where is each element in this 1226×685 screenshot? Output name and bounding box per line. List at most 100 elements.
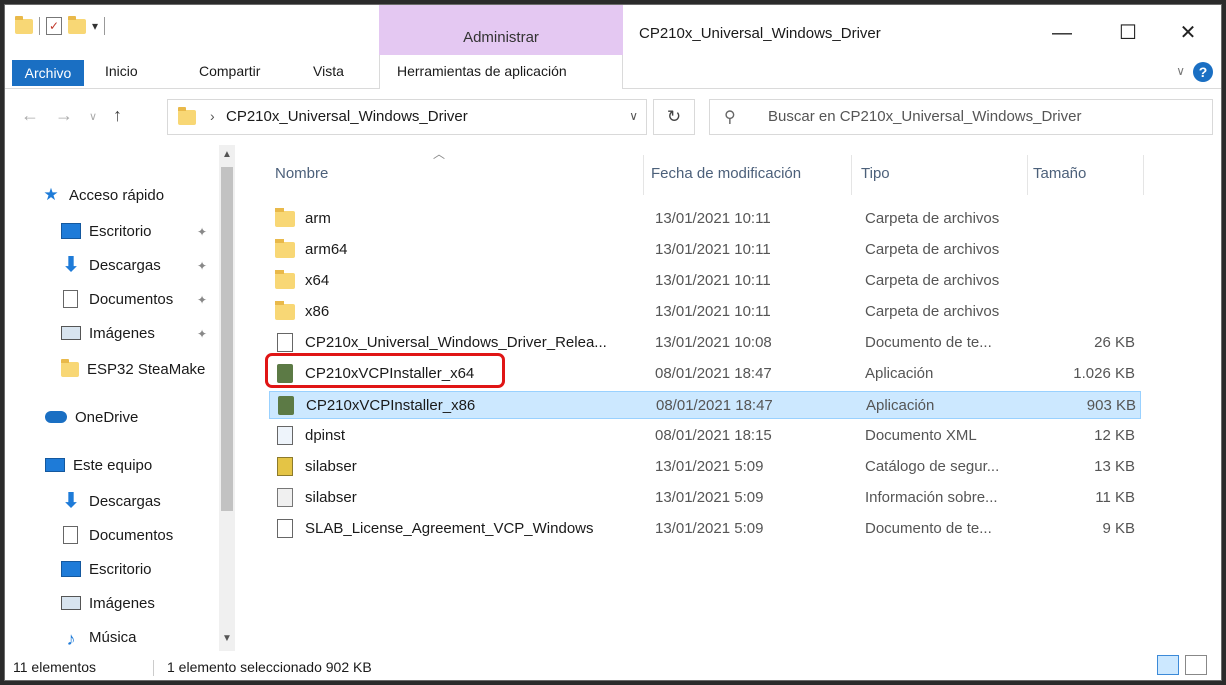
sidebar-item-label: Descargas <box>89 256 161 274</box>
window-title: CP210x_Universal_Windows_Driver <box>639 25 881 42</box>
sidebar-item-pictures[interactable]: Imágenes <box>61 319 155 347</box>
document-icon <box>63 526 78 544</box>
setup-info-icon <box>277 488 293 507</box>
large-icons-view-button[interactable] <box>1185 655 1207 675</box>
sidebar-item-desktop-pc[interactable]: Escritorio <box>61 555 152 583</box>
file-name: x86 <box>305 303 330 320</box>
sidebar-item-music[interactable]: ♪ Música <box>61 623 137 651</box>
table-row[interactable]: dpinst 08/01/2021 18:15 Documento XML 12 KB <box>269 422 1141 450</box>
column-divider[interactable] <box>1027 155 1028 195</box>
help-icon[interactable]: ? <box>1193 62 1213 82</box>
pin-icon[interactable]: ✦ <box>197 293 207 307</box>
tab-application-tools[interactable]: Herramientas de aplicación <box>397 63 567 79</box>
sidebar-item-downloads[interactable]: ⬇ Descargas <box>61 251 161 279</box>
sidebar-item-label: ESP32 SteaMake <box>87 360 206 378</box>
sidebar-item-downloads-pc[interactable]: ⬇ Descargas <box>61 487 161 515</box>
table-row[interactable]: x86 13/01/2021 10:11 Carpeta de archivos <box>269 298 1141 326</box>
file-size: 1.026 KB <box>1073 365 1135 382</box>
table-row[interactable]: SLAB_License_Agreement_VCP_Windows 13/01/… <box>269 515 1141 543</box>
explorer-window: ✓ ▾ Administrar CP210x_Universal_Windows… <box>4 4 1222 681</box>
sidebar-item-label: Imágenes <box>89 594 155 612</box>
chevron-down-icon[interactable]: ∨ <box>629 109 638 123</box>
scrollbar-thumb[interactable] <box>221 167 233 511</box>
sidebar-item-documents[interactable]: Documentos <box>61 285 173 313</box>
pin-icon[interactable]: ✦ <box>197 225 207 239</box>
file-name: silabser <box>305 489 357 506</box>
column-divider[interactable] <box>643 155 644 195</box>
ribbon-tabs: Archivo Inicio Compartir Vista Herramien… <box>5 55 1221 89</box>
download-icon: ⬇ <box>62 490 80 512</box>
cloud-icon <box>45 411 67 423</box>
close-button[interactable]: ✕ <box>1165 15 1211 51</box>
sidebar-item-label: Documentos <box>89 526 174 544</box>
properties-icon[interactable]: ✓ <box>46 17 62 35</box>
refresh-button[interactable]: ↻ <box>653 99 695 135</box>
chevron-right-icon[interactable]: › <box>210 108 215 124</box>
file-name: x64 <box>305 272 330 289</box>
back-arrow-icon[interactable]: ← <box>21 105 39 126</box>
file-type: Catálogo de segur... <box>865 458 1000 475</box>
search-box[interactable]: ⚲ Buscar en CP210x_Universal_Windows_Dri… <box>709 99 1213 135</box>
manage-label: Administrar <box>463 29 539 46</box>
column-divider[interactable] <box>1143 155 1144 195</box>
sidebar-scrollbar[interactable]: ▲ ▼ <box>219 145 235 651</box>
table-row[interactable]: CP210xVCPInstaller_x86 08/01/2021 18:47 Ap… <box>269 391 1141 419</box>
folder-icon <box>275 208 295 227</box>
folder-icon <box>275 270 295 289</box>
table-row[interactable]: arm 13/01/2021 10:11 Carpeta de archivos <box>269 205 1141 233</box>
tab-home[interactable]: Inicio <box>105 63 138 79</box>
sidebar-item-pictures-pc[interactable]: Imágenes <box>61 589 155 617</box>
table-row[interactable]: silabser 13/01/2021 5:09 Catálogo de segur… <box>269 453 1141 481</box>
file-list: ︿ Nombre Fecha de modificación Tipo Tama… <box>255 145 1221 651</box>
highlight-annotation <box>265 353 505 388</box>
sidebar-item-this-pc[interactable]: Este equipo <box>45 451 152 479</box>
file-date: 13/01/2021 5:09 <box>655 458 764 475</box>
maximize-button[interactable]: ☐ <box>1105 15 1151 51</box>
tab-file[interactable]: Archivo <box>12 60 84 86</box>
file-date: 13/01/2021 10:11 <box>655 210 771 227</box>
sidebar-item-desktop[interactable]: Escritorio <box>61 217 152 245</box>
sidebar-item-label: OneDrive <box>75 408 139 426</box>
sidebar-item-onedrive[interactable]: OneDrive <box>45 403 138 431</box>
recent-locations-icon[interactable]: ∨ <box>89 110 97 123</box>
column-header-type[interactable]: Tipo <box>861 165 890 182</box>
file-size: 9 KB <box>1102 520 1135 537</box>
minimize-button[interactable]: — <box>1039 15 1085 51</box>
sidebar-item-esp32[interactable]: ESP32 SteaMake <box>61 355 205 383</box>
address-path[interactable]: CP210x_Universal_Windows_Driver <box>226 108 468 125</box>
sidebar-item-label: Música <box>89 628 137 646</box>
table-row[interactable]: arm64 13/01/2021 10:11 Carpeta de archivos <box>269 236 1141 264</box>
tab-view[interactable]: Vista <box>313 63 344 79</box>
table-row[interactable]: silabser 13/01/2021 5:09 Información sobre… <box>269 484 1141 512</box>
new-folder-icon[interactable] <box>68 15 86 34</box>
pin-icon[interactable]: ✦ <box>197 259 207 273</box>
pc-icon <box>45 458 65 472</box>
column-divider[interactable] <box>851 155 852 195</box>
column-header-date[interactable]: Fecha de modificación <box>651 165 801 182</box>
column-header-size[interactable]: Tamaño <box>1033 165 1086 182</box>
pin-icon[interactable]: ✦ <box>197 327 207 341</box>
divider <box>104 17 106 35</box>
scroll-up-arrow-icon[interactable]: ▲ <box>219 149 235 160</box>
scroll-down-arrow-icon[interactable]: ▼ <box>219 633 235 644</box>
sort-ascending-icon: ︿ <box>433 147 446 161</box>
text-document-icon <box>277 519 293 538</box>
sidebar-item-label: Escritorio <box>89 222 152 240</box>
up-arrow-icon[interactable]: ↑ <box>113 105 122 126</box>
forward-arrow-icon[interactable]: → <box>55 105 73 126</box>
sidebar-item-documents-pc[interactable]: Documentos <box>61 521 173 549</box>
file-size: 13 KB <box>1094 458 1135 475</box>
sidebar-item-quick-access[interactable]: ★ Acceso rápido <box>41 181 164 209</box>
file-date: 13/01/2021 5:09 <box>655 520 764 537</box>
desktop-icon <box>61 561 81 577</box>
download-icon: ⬇ <box>62 254 80 276</box>
table-row[interactable]: x64 13/01/2021 10:11 Carpeta de archivos <box>269 267 1141 295</box>
customize-toolbar-icon[interactable]: ▾ <box>92 19 98 33</box>
details-view-button[interactable] <box>1157 655 1179 675</box>
chevron-down-icon[interactable]: ∨ <box>1176 64 1185 78</box>
column-header-name[interactable]: Nombre <box>275 165 328 182</box>
search-icon: ⚲ <box>724 109 736 126</box>
tab-share[interactable]: Compartir <box>199 63 260 79</box>
search-input[interactable]: Buscar en CP210x_Universal_Windows_Drive… <box>768 108 1081 125</box>
address-bar[interactable]: › CP210x_Universal_Windows_Driver ∨ <box>167 99 647 135</box>
